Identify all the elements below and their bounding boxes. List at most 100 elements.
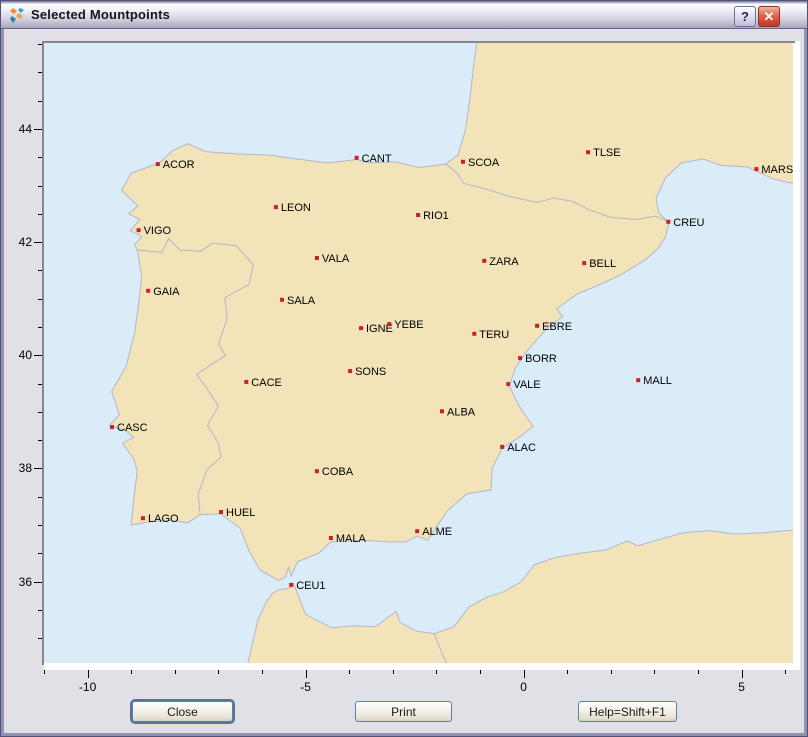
station-label-LEON: LEON — [281, 202, 311, 214]
y-tick-label: 42 — [6, 235, 32, 249]
station-label-BORR: BORR — [525, 353, 557, 365]
station-marker-VIGO — [137, 228, 141, 232]
y-major-tick — [34, 582, 42, 583]
station-marker-CEU1 — [289, 583, 293, 587]
station-label-CASC: CASC — [117, 422, 148, 434]
station-marker-ACOR — [156, 162, 160, 166]
y-major-tick — [34, 242, 42, 243]
x-minor-tick — [698, 670, 699, 674]
x-minor-tick — [436, 670, 437, 674]
station-marker-ZARA — [482, 259, 486, 263]
station-label-SALA: SALA — [287, 295, 316, 307]
x-major-tick — [524, 670, 525, 678]
window-border-bottom — [1, 733, 807, 736]
x-tick-label: -5 — [289, 680, 323, 694]
iberia-map: ACORVIGOCANTSCOATLSEMARSCREULEONRIO1VALA… — [44, 43, 793, 663]
station-label-SONS: SONS — [355, 366, 386, 378]
station-label-ACOR: ACOR — [163, 159, 195, 171]
station-label-ALME: ALME — [422, 526, 452, 538]
station-label-CREU: CREU — [673, 217, 704, 229]
station-marker-VALE — [506, 382, 510, 386]
selected-mountpoints-window: Selected Mountpoints ? ✕ ACOR VIGO CANT SCO… — [0, 0, 808, 737]
station-marker-CACE — [244, 380, 248, 384]
print-button[interactable]: Print — [355, 701, 452, 722]
app-icon — [9, 7, 26, 24]
station-label-VIGO: VIGO — [144, 225, 172, 237]
station-label-CEU1: CEU1 — [296, 580, 325, 592]
station-marker-HUEL — [219, 510, 223, 514]
station-label-MALA: MALA — [336, 533, 367, 545]
titlebar-close-button[interactable]: ✕ — [758, 6, 780, 27]
x-minor-tick — [44, 670, 45, 674]
help-button[interactable]: Help=Shift+F1 — [578, 701, 677, 722]
x-major-tick — [88, 670, 89, 678]
station-marker-CREU — [666, 220, 670, 224]
station-label-ZARA: ZARA — [489, 256, 519, 268]
station-label-HUEL: HUEL — [226, 507, 255, 519]
station-label-VALA: VALA — [322, 253, 350, 265]
plot-margin-bottom — [44, 663, 800, 670]
x-minor-tick — [349, 670, 350, 674]
station-label-YEBE: YEBE — [394, 319, 423, 331]
x-minor-tick — [131, 670, 132, 674]
station-label-GAIA: GAIA — [153, 286, 180, 298]
x-minor-tick — [567, 670, 568, 674]
x-minor-tick — [175, 670, 176, 674]
x-minor-tick — [218, 670, 219, 674]
map-plot: ACORVIGOCANTSCOATLSEMARSCREULEONRIO1VALA… — [44, 43, 793, 663]
y-major-tick — [34, 355, 42, 356]
x-minor-tick — [480, 670, 481, 674]
titlebar-help-button[interactable]: ? — [734, 6, 756, 27]
africa-landmass — [245, 528, 794, 663]
window-border-right — [804, 29, 807, 736]
station-label-TERU: TERU — [479, 329, 509, 341]
x-minor-tick — [785, 670, 786, 674]
y-tick-label: 38 — [6, 461, 32, 475]
station-marker-TLSE — [586, 150, 590, 154]
station-label-SCOA: SCOA — [468, 157, 500, 169]
station-marker-ALAC — [500, 445, 504, 449]
x-major-tick — [742, 670, 743, 678]
station-label-VALE: VALE — [513, 379, 540, 391]
station-marker-LEON — [274, 205, 278, 209]
title-bar[interactable]: Selected Mountpoints ? ✕ — [1, 1, 807, 29]
x-tick-label: 5 — [725, 680, 759, 694]
station-marker-ALBA — [440, 409, 444, 413]
station-label-ALBA: ALBA — [447, 406, 476, 418]
y-major-tick — [34, 129, 42, 130]
plot-margin-right — [793, 41, 800, 670]
station-label-MARS: MARS — [761, 164, 793, 176]
station-marker-YEBE — [387, 322, 391, 326]
window-title: Selected Mountpoints — [31, 1, 170, 29]
station-marker-MALL — [636, 378, 640, 382]
station-marker-SALA — [280, 298, 284, 302]
station-label-MALL: MALL — [643, 375, 672, 387]
station-marker-MARS — [754, 167, 758, 171]
station-marker-TERU — [472, 332, 476, 336]
y-tick-label: 44 — [6, 122, 32, 136]
station-label-LAGO: LAGO — [148, 513, 179, 525]
y-tick-label: 36 — [6, 575, 32, 589]
y-major-tick — [34, 468, 42, 469]
station-marker-BORR — [518, 356, 522, 360]
station-marker-RIO1 — [416, 213, 420, 217]
x-tick-label: -10 — [71, 680, 105, 694]
station-marker-SCOA — [461, 160, 465, 164]
station-label-EBRE: EBRE — [542, 321, 572, 333]
europe-landmass — [109, 43, 793, 580]
station-marker-GAIA — [146, 289, 150, 293]
station-marker-VALA — [315, 256, 319, 260]
station-marker-LAGO — [141, 516, 145, 520]
x-minor-tick — [654, 670, 655, 674]
station-label-CANT: CANT — [362, 153, 392, 165]
station-label-CACE: CACE — [251, 377, 282, 389]
x-minor-tick — [262, 670, 263, 674]
station-marker-IGNE — [359, 326, 363, 330]
x-minor-tick — [611, 670, 612, 674]
x-minor-tick — [393, 670, 394, 674]
close-button[interactable]: Close — [132, 701, 233, 722]
station-marker-BELL — [582, 261, 586, 265]
station-marker-MALA — [329, 536, 333, 540]
station-marker-ALME — [415, 529, 419, 533]
station-label-TLSE: TLSE — [593, 147, 621, 159]
